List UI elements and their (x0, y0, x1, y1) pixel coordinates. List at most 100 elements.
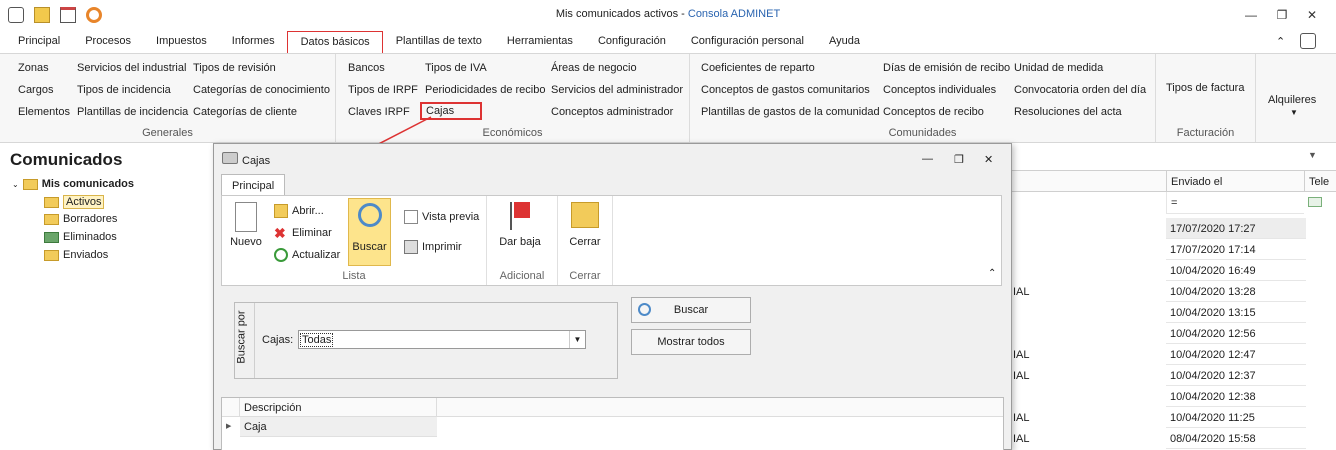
ribbon-item-conceptos-administrador[interactable]: Conceptos administrador (551, 106, 673, 118)
tab-ayuda[interactable]: Ayuda (816, 31, 872, 53)
ribbon-item-alquileres[interactable]: Alquileres (1268, 94, 1316, 106)
ribbon-item-conceptos-gastos-comunitarios[interactable]: Conceptos de gastos comunitarios (701, 84, 870, 96)
restore-button[interactable]: ❐ (1274, 8, 1290, 22)
ribbon-item-dias-emision-recibo[interactable]: Días de emisión de recibo (883, 62, 1010, 74)
minimize-button[interactable]: — (1243, 8, 1259, 22)
table-row[interactable]: 17/07/2020 17:27 (1166, 218, 1306, 239)
tab-herramientas[interactable]: Herramientas (494, 31, 585, 53)
filter-cell[interactable]: = (1166, 192, 1304, 214)
table-row[interactable]: 10/04/2020 13:28 (1166, 281, 1306, 302)
grid-dropdown-icon[interactable]: ▼ (1308, 150, 1317, 160)
table-row[interactable]: 10/04/2020 12:56 (1166, 323, 1306, 344)
ribbon-item-bancos[interactable]: Bancos (348, 62, 385, 74)
tab-informes[interactable]: Informes (219, 31, 287, 53)
tab-procesos[interactable]: Procesos (72, 31, 143, 53)
ribbon-item-plantillas-gastos-comunidad[interactable]: Plantillas de gastos de la comunidad (701, 106, 880, 118)
ribbon-item-resoluciones-acta[interactable]: Resoluciones del acta (1014, 106, 1122, 118)
table-row[interactable]: Caja (240, 417, 437, 437)
dialog-tab-principal[interactable]: Principal (221, 174, 286, 196)
buscar-ribbon-button[interactable]: Buscar (348, 198, 391, 266)
tree-item-enviados[interactable]: Enviados (44, 249, 108, 261)
ribbon-item-categorias-conocimiento[interactable]: Categorías de conocimiento (193, 84, 330, 96)
ribbon-item-conceptos-recibo[interactable]: Conceptos de recibo (883, 106, 984, 118)
tab-datos-basicos[interactable]: Datos básicos (286, 31, 383, 53)
window-title: Mis comunicados activos - Consola ADMINE… (555, 8, 781, 20)
imprimir-button[interactable]: Imprimir (404, 240, 462, 254)
tab-configuracion[interactable]: Configuración (585, 31, 678, 53)
ribbon-item-coeficientes-reparto[interactable]: Coeficientes de reparto (701, 62, 815, 74)
ribbon-item-plantillas-incidencia[interactable]: Plantillas de incidencia (77, 106, 188, 118)
tree-root[interactable]: ⌄ Mis comunicados (12, 178, 134, 190)
row-fragment: IAL (1013, 349, 1030, 361)
dar-baja-button[interactable]: Dar baja (496, 202, 544, 248)
dialog-minimize-button[interactable]: — (922, 153, 933, 165)
cajas-label: Cajas: (262, 334, 294, 346)
ribbon-item-tipos-revision[interactable]: Tipos de revisión (193, 62, 276, 74)
ribbon-item-categorias-cliente[interactable]: Categorías de cliente (193, 106, 297, 118)
tab-configuracion-personal[interactable]: Configuración personal (678, 31, 816, 53)
sent-folder-icon (44, 249, 59, 261)
tree-item-activos[interactable]: Activos (44, 195, 105, 209)
collapse-ribbon-icon[interactable]: ⌃ (1276, 35, 1285, 48)
actualizar-button[interactable]: Actualizar (274, 248, 340, 262)
tree-item-borradores[interactable]: Borradores (44, 213, 117, 225)
ribbon-item-areas-negocio[interactable]: Áreas de negocio (551, 62, 637, 74)
tab-plantillas-texto[interactable]: Plantillas de texto (383, 31, 494, 53)
group-adicional: Dar baja Adicional (487, 196, 558, 285)
chevron-down-icon[interactable]: ⌄ (12, 180, 19, 189)
collapse-ribbon-icon[interactable]: ⌃ (988, 268, 996, 279)
column-header-descripcion[interactable]: Descripción (240, 398, 437, 417)
table-row[interactable]: 10/04/2020 16:49 (1166, 260, 1306, 281)
ribbon-item-tipos-factura[interactable]: Tipos de factura (1166, 82, 1244, 94)
dialog-title-bar: Cajas — ❐ ✕ (214, 144, 1011, 172)
ribbon-item-zonas[interactable]: Zonas (18, 62, 49, 74)
column-header-telefono[interactable]: Tele (1304, 170, 1336, 192)
cash-register-icon (222, 152, 238, 164)
ribbon-item-convocatoria-orden-dia[interactable]: Convocatoria orden del día (1014, 84, 1146, 96)
table-row[interactable]: 08/04/2020 15:58 (1166, 428, 1306, 449)
tree-item-eliminados[interactable]: Eliminados (44, 231, 117, 243)
ribbon-item-tipos-incidencia[interactable]: Tipos de incidencia (77, 84, 171, 96)
open-folder-icon (274, 204, 288, 218)
filter-abc-icon[interactable] (1308, 197, 1322, 207)
ribbon-item-periodicidades-recibo[interactable]: Periodicidades de recibo (425, 84, 545, 96)
ribbon-item-servicios-industrial[interactable]: Servicios del industrial (77, 62, 186, 74)
buscar-button[interactable]: Buscar (631, 297, 751, 323)
ribbon-item-elementos[interactable]: Elementos (18, 106, 70, 118)
table-row[interactable]: 10/04/2020 12:38 (1166, 386, 1306, 407)
cerrar-button[interactable]: Cerrar (565, 202, 605, 248)
table-row[interactable]: 10/04/2020 12:47 (1166, 344, 1306, 365)
recycle-icon (44, 231, 59, 243)
search-group: Buscar por Cajas: Todas ▼ (234, 302, 618, 379)
group-caption: Comunidades (888, 127, 957, 139)
folder-icon (44, 196, 59, 208)
ribbon-item-conceptos-individuales[interactable]: Conceptos individuales (883, 84, 996, 96)
close-button[interactable]: ✕ (1304, 8, 1320, 22)
table-row[interactable]: 10/04/2020 13:15 (1166, 302, 1306, 323)
ribbon-item-servicios-administrador[interactable]: Servicios del administrador (551, 84, 683, 96)
tab-impuestos[interactable]: Impuestos (143, 31, 219, 53)
ribbon-item-cargos[interactable]: Cargos (18, 84, 53, 96)
ribbon-item-unidad-medida[interactable]: Unidad de medida (1014, 62, 1103, 74)
vista-previa-button[interactable]: Vista previa (404, 210, 479, 224)
column-header-enviado[interactable]: Enviado el (1166, 170, 1304, 192)
table-row[interactable]: 10/04/2020 11:25 (1166, 407, 1306, 428)
chevron-down-icon[interactable]: ▼ (569, 331, 585, 348)
tab-principal[interactable]: Principal (0, 31, 72, 53)
ribbon: Zonas Cargos Elementos Servicios del ind… (0, 53, 1336, 143)
abrir-button[interactable]: Abrir... (274, 204, 324, 218)
nuevo-button[interactable]: Nuevo (228, 202, 264, 248)
ribbon-item-tipos-irpf[interactable]: Tipos de IRPF (348, 84, 418, 96)
eliminar-button[interactable]: ✖ Eliminar (274, 226, 332, 240)
home-icon[interactable] (1300, 33, 1316, 49)
delete-x-icon: ✖ (274, 225, 286, 241)
table-row[interactable]: 17/07/2020 17:14 (1166, 239, 1306, 260)
grid-header-spacer (1011, 170, 1166, 192)
mostrar-todos-button[interactable]: Mostrar todos (631, 329, 751, 355)
table-row[interactable]: 10/04/2020 12:37 (1166, 365, 1306, 386)
dialog-restore-button[interactable]: ❐ (954, 153, 964, 166)
cajas-select[interactable]: Todas ▼ (298, 330, 586, 349)
dialog-close-button[interactable]: ✕ (984, 153, 993, 166)
chevron-down-icon[interactable]: ▼ (1290, 108, 1298, 117)
ribbon-item-tipos-iva[interactable]: Tipos de IVA (425, 62, 487, 74)
